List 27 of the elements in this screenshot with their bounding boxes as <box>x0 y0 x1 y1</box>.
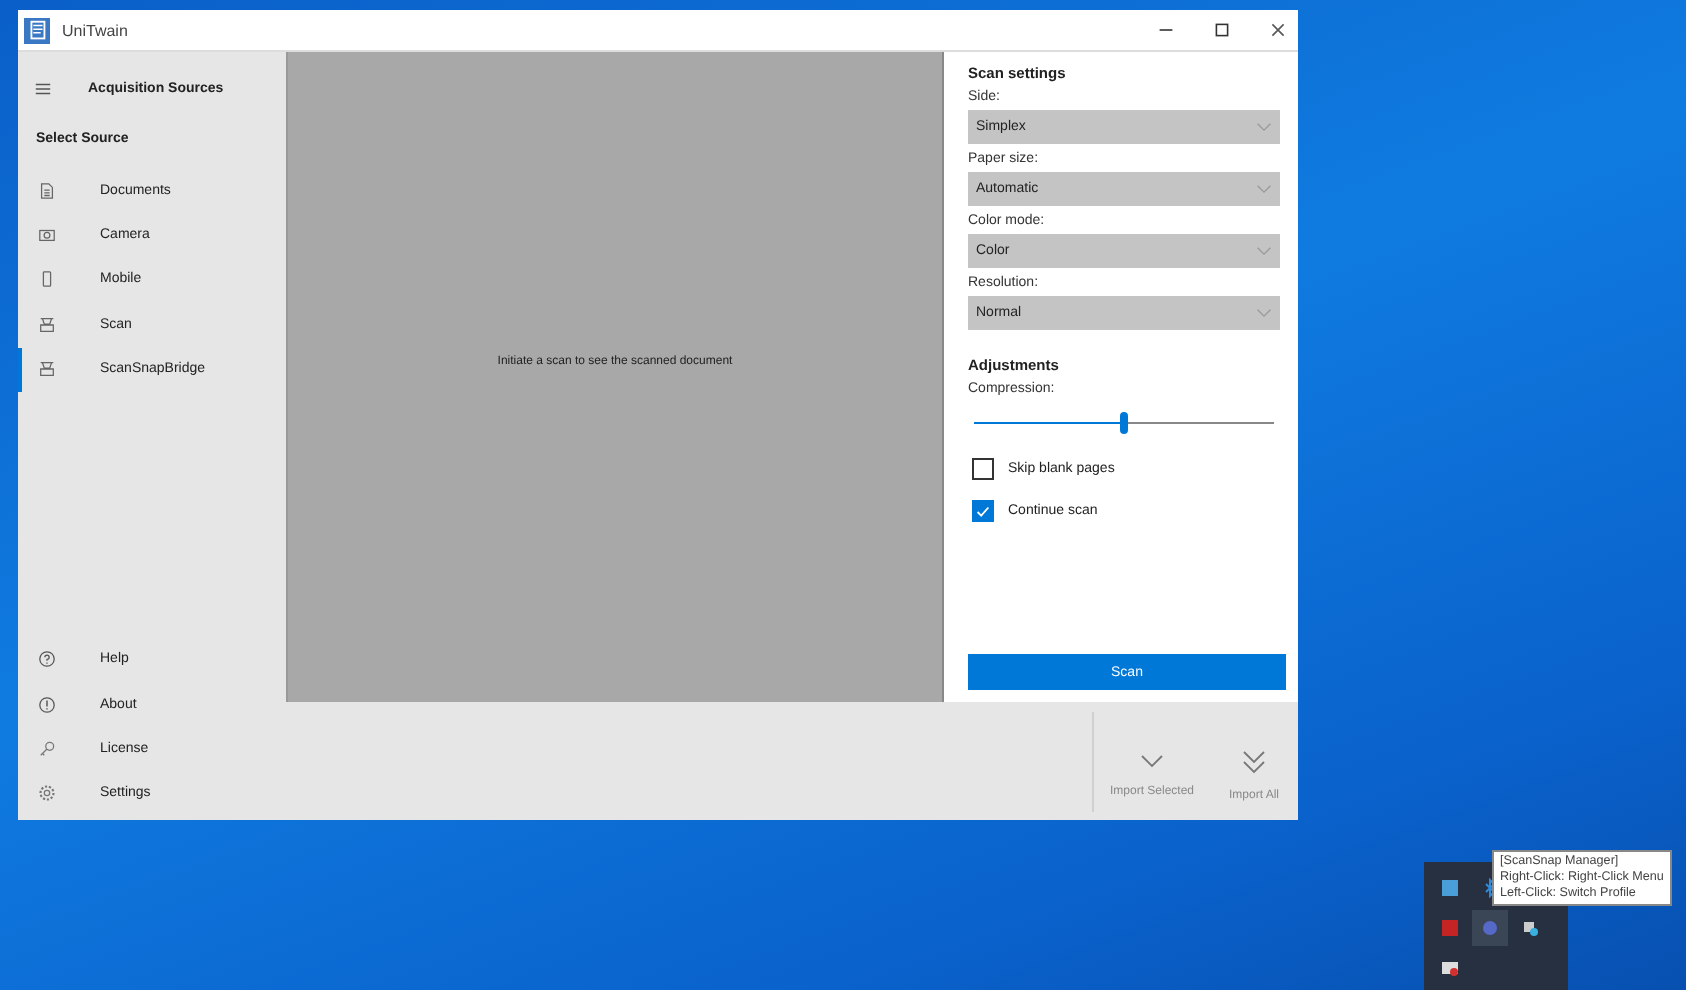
menu-icon[interactable] <box>34 80 52 98</box>
help-icon <box>38 650 56 669</box>
chevron-icon <box>1256 308 1272 318</box>
tray-app-icon[interactable] <box>1440 958 1460 978</box>
info-icon <box>38 695 56 714</box>
chevron-down-icon <box>1140 753 1164 769</box>
chevron-icon <box>1256 122 1272 132</box>
chevron-icon <box>1256 184 1272 194</box>
compression-slider[interactable] <box>968 410 1280 434</box>
scanner-icon <box>38 315 56 334</box>
camera-icon <box>38 226 56 245</box>
key-icon <box>38 739 56 758</box>
phone-icon <box>38 270 56 289</box>
document-icon <box>38 181 56 200</box>
close-icon[interactable] <box>1270 22 1286 38</box>
tray-app-icon[interactable] <box>1520 918 1540 938</box>
checkbox[interactable] <box>972 458 994 480</box>
chevron-icon <box>1256 246 1272 256</box>
scanner-icon <box>38 360 56 379</box>
settings-icon <box>38 784 56 803</box>
double-chevron-down-icon <box>1242 749 1266 773</box>
checkbox[interactable] <box>972 500 994 522</box>
window-title: UniTwain <box>62 21 128 39</box>
checkmark-icon <box>974 501 992 521</box>
app-logo-icon <box>24 17 50 43</box>
slider-thumb[interactable] <box>1120 411 1128 433</box>
maximize-icon[interactable] <box>1214 22 1230 38</box>
